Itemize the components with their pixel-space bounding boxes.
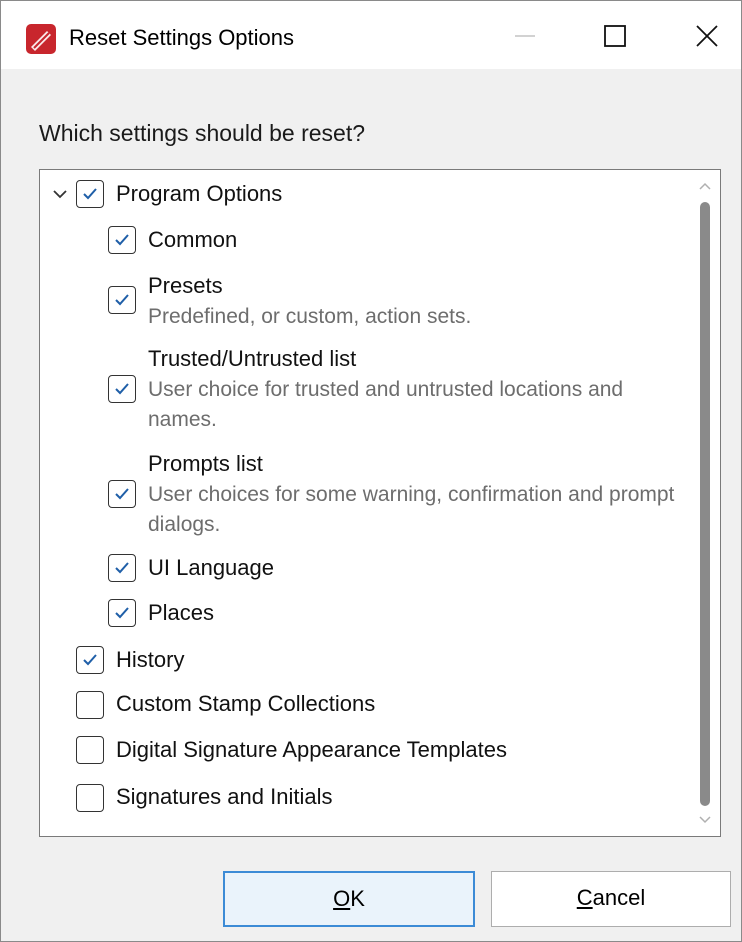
checkmark-icon bbox=[115, 294, 129, 306]
ui-language-checkbox[interactable] bbox=[108, 554, 136, 582]
history-checkbox[interactable] bbox=[76, 646, 104, 674]
places-checkbox[interactable] bbox=[108, 599, 136, 627]
tree-item-label[interactable]: Signatures and Initials bbox=[116, 783, 332, 811]
scroll-up-icon[interactable] bbox=[698, 180, 712, 192]
common-checkbox[interactable] bbox=[108, 226, 136, 254]
reset-settings-dialog: Reset Settings Options Which settings sh… bbox=[0, 0, 742, 942]
tree-item-label[interactable]: Places bbox=[148, 599, 214, 627]
checkmark-icon bbox=[115, 488, 129, 500]
ok-button[interactable]: OK bbox=[223, 871, 475, 927]
trusted-list-checkbox[interactable] bbox=[108, 375, 136, 403]
program-options-checkbox[interactable] bbox=[76, 180, 104, 208]
ok-mnemonic: O bbox=[333, 886, 351, 911]
checkmark-icon bbox=[115, 234, 129, 246]
minimize-button[interactable] bbox=[479, 1, 571, 69]
checkmark-icon bbox=[83, 188, 97, 200]
chevron-down-icon[interactable] bbox=[50, 184, 70, 204]
pdf-app-icon bbox=[25, 23, 57, 55]
tree-item-label[interactable]: History bbox=[116, 646, 184, 674]
checkmark-icon bbox=[115, 607, 129, 619]
tree-item-label[interactable]: Presets bbox=[148, 272, 223, 300]
tree-item-description: User choices for some warning, confirmat… bbox=[148, 483, 675, 536]
checkmark-icon bbox=[115, 562, 129, 574]
checkmark-icon bbox=[83, 654, 97, 666]
maximize-button[interactable] bbox=[571, 1, 663, 69]
scrollbar-thumb[interactable] bbox=[700, 202, 710, 806]
maximize-icon bbox=[604, 25, 626, 47]
tree-item-label[interactable]: Program Options bbox=[116, 180, 282, 208]
cancel-label-rest: ancel bbox=[592, 885, 646, 910]
scroll-down-icon[interactable] bbox=[698, 814, 712, 826]
title-bar: Reset Settings Options bbox=[1, 1, 741, 69]
close-button[interactable] bbox=[661, 1, 741, 69]
tree-item-description: Predefined, or custom, action sets. bbox=[148, 305, 472, 328]
custom-stamp-collections-checkbox[interactable] bbox=[76, 691, 104, 719]
tree-item-description: User choice for trusted and untrusted lo… bbox=[148, 378, 624, 431]
checkmark-icon bbox=[115, 383, 129, 395]
tree-item-label[interactable]: Digital Signature Appearance Templates bbox=[116, 736, 507, 764]
signatures-initials-checkbox[interactable] bbox=[76, 784, 104, 812]
presets-checkbox[interactable] bbox=[108, 286, 136, 314]
prompts-list-checkbox[interactable] bbox=[108, 480, 136, 508]
cancel-mnemonic: C bbox=[576, 885, 593, 910]
minimize-icon bbox=[515, 35, 535, 37]
window-title: Reset Settings Options bbox=[69, 25, 295, 50]
prompt-text: Which settings should be reset? bbox=[39, 120, 366, 146]
tree-item-label[interactable]: Custom Stamp Collections bbox=[116, 690, 375, 718]
tree-item-label[interactable]: Common bbox=[148, 226, 237, 254]
close-icon bbox=[696, 25, 718, 47]
tree-item-label[interactable]: Prompts list bbox=[148, 450, 263, 478]
vertical-scrollbar[interactable] bbox=[690, 170, 720, 836]
settings-tree[interactable]: Program Options Common Presets Predefine… bbox=[39, 169, 721, 837]
tree-item-label[interactable]: Trusted/Untrusted list bbox=[148, 345, 356, 373]
digital-signature-templates-checkbox[interactable] bbox=[76, 736, 104, 764]
cancel-button[interactable]: Cancel bbox=[491, 871, 731, 927]
tree-item-label[interactable]: UI Language bbox=[148, 554, 274, 582]
ok-label-rest: K bbox=[350, 886, 365, 911]
